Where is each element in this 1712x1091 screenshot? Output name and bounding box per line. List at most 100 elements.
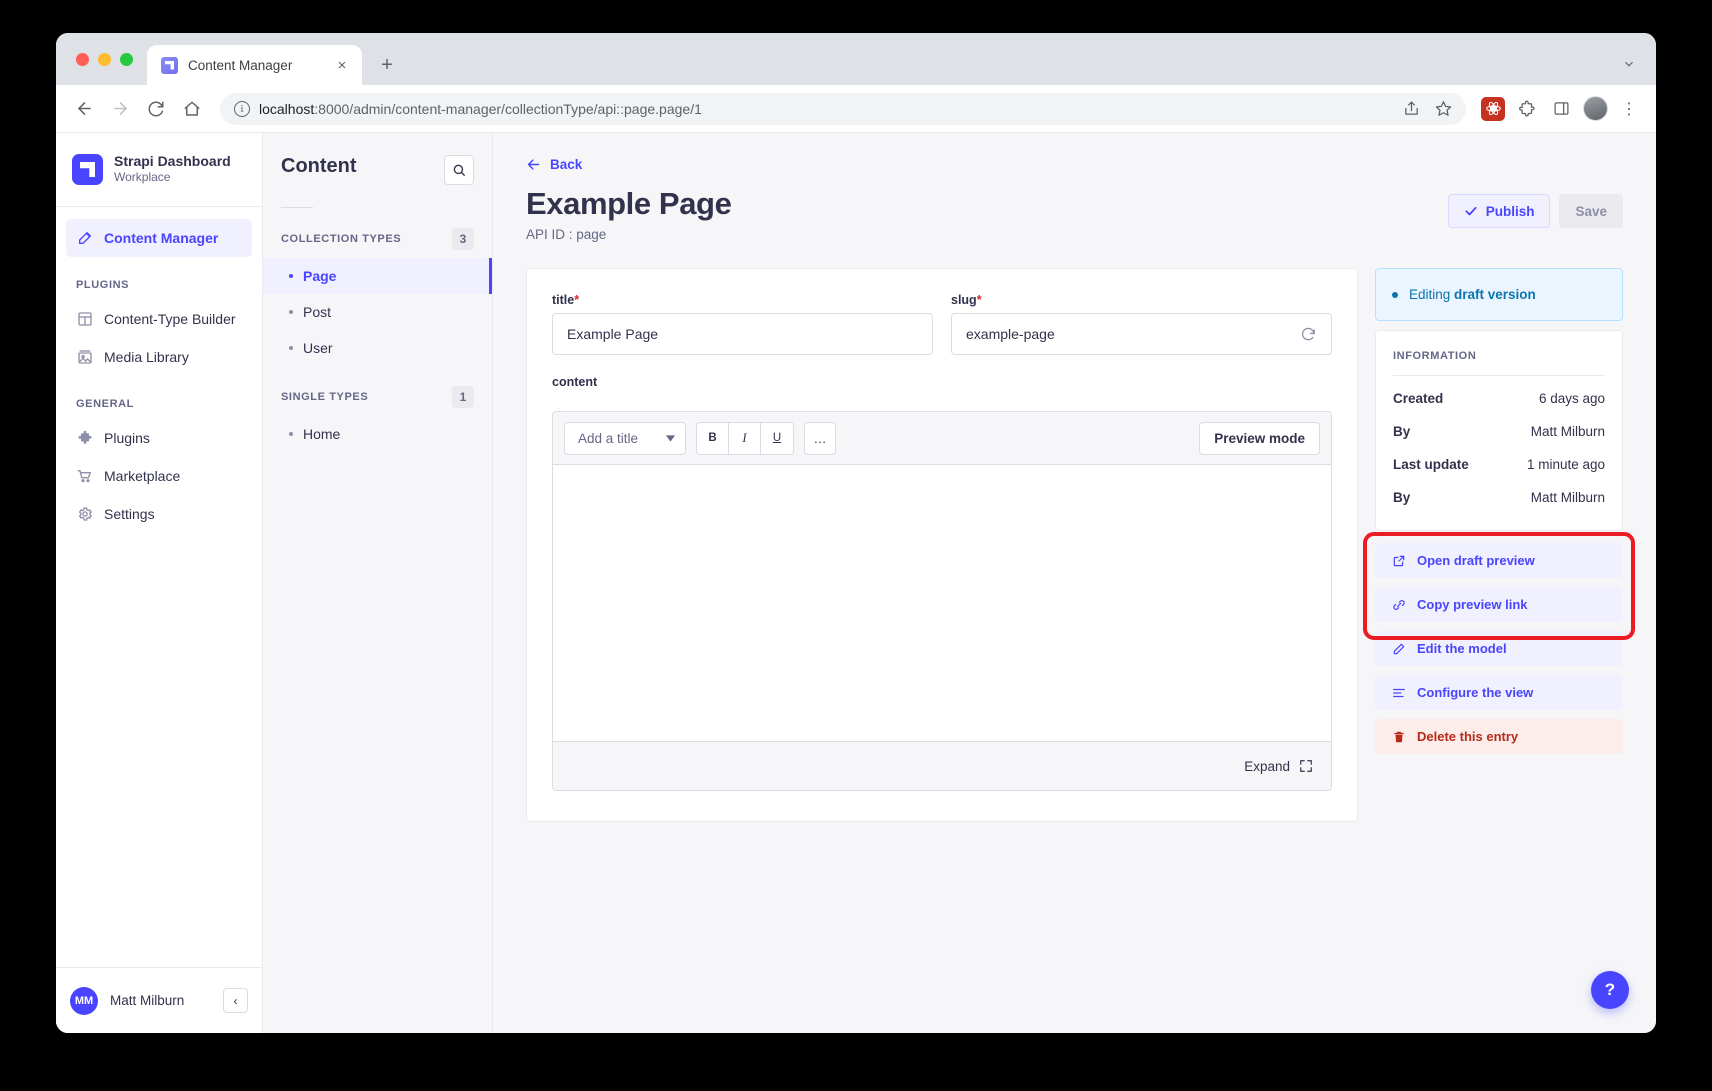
sidebar-item-label: Content-Type Builder: [104, 311, 236, 327]
home-icon[interactable]: [176, 93, 208, 125]
expand-icon[interactable]: [1299, 759, 1313, 773]
close-window-button[interactable]: [76, 52, 89, 66]
minimize-window-button[interactable]: [98, 52, 111, 66]
italic-button[interactable]: I: [729, 422, 761, 454]
page-header-actions: Publish Save: [1447, 186, 1623, 228]
save-button-label: Save: [1575, 203, 1607, 219]
sidebar-section-plugins: PLUGINS: [76, 279, 130, 291]
title-input-value: Example Page: [567, 326, 659, 342]
copy-preview-link-button[interactable]: Copy preview link: [1375, 587, 1623, 622]
delete-this-entry-button[interactable]: Delete this entry: [1375, 719, 1623, 754]
expand-label[interactable]: Expand: [1244, 759, 1290, 774]
browser-menu-icon[interactable]: ⋮: [1614, 94, 1644, 124]
field-content: content Add a title B I U … Preview mode…: [552, 375, 1332, 791]
required-marker: *: [574, 293, 580, 307]
chevron-down-icon: [666, 434, 675, 442]
editor-canvas[interactable]: [553, 465, 1331, 741]
sidebar-item-marketplace[interactable]: Marketplace: [66, 457, 252, 495]
brand-header[interactable]: Strapi Dashboard Workplace: [56, 133, 262, 207]
editor-toolbar: Add a title B I U … Preview mode: [553, 412, 1331, 465]
browser-tabstrip: Content Manager × +: [56, 33, 1656, 85]
site-info-icon[interactable]: i: [234, 100, 250, 117]
sidebar-item-content-manager[interactable]: Content Manager: [66, 219, 252, 257]
underline-button[interactable]: U: [761, 423, 793, 454]
content-type-label: Post: [303, 304, 332, 320]
close-icon[interactable]: ×: [332, 55, 352, 75]
rail-button-label: Open draft preview: [1417, 553, 1535, 568]
forward-icon[interactable]: [104, 93, 136, 125]
sidebar-user-footer[interactable]: MM Matt Milburn ‹: [56, 967, 262, 1033]
sidebar-item-plugins[interactable]: Plugins: [66, 419, 252, 457]
text-format-group: B I U: [696, 421, 794, 455]
info-key: Last update: [1393, 457, 1469, 472]
info-value: 1 minute ago: [1526, 457, 1605, 472]
back-link[interactable]: Back: [526, 157, 1623, 172]
new-tab-button[interactable]: +: [372, 50, 402, 80]
refresh-icon[interactable]: [1300, 326, 1317, 343]
rail-button-label: Edit the model: [1417, 641, 1507, 656]
content-type-item-page[interactable]: Page: [263, 258, 492, 294]
info-key: Created: [1393, 391, 1444, 406]
brand-name: Strapi Dashboard: [114, 152, 231, 169]
page-title: Example Page: [526, 186, 732, 221]
puzzle-icon[interactable]: [1512, 94, 1542, 124]
red-extension-icon: [1481, 96, 1505, 121]
block-type-value: Add a title: [578, 430, 639, 446]
info-row: By Matt Milburn: [1393, 415, 1605, 448]
search-icon[interactable]: [444, 155, 474, 185]
extension-badge-icon[interactable]: [1478, 94, 1508, 124]
back-icon[interactable]: [68, 93, 100, 125]
info-row: Last update 1 minute ago: [1393, 448, 1605, 481]
slug-input[interactable]: example-page: [951, 313, 1332, 355]
sidebar-nav: Content Manager PLUGINS Content-Type Bui…: [56, 207, 262, 967]
sidebar-item-settings[interactable]: Settings: [66, 495, 252, 533]
browser-window: Content Manager × + i localhost:8000/adm…: [56, 33, 1656, 1033]
share-icon[interactable]: [1396, 94, 1426, 124]
collection-types-section: COLLECTION TYPES 3: [263, 208, 492, 258]
block-type-select[interactable]: Add a title: [564, 421, 686, 455]
content-type-item-home[interactable]: Home: [263, 416, 492, 452]
bullet-icon: [289, 274, 293, 278]
open-draft-preview-button[interactable]: Open draft preview: [1375, 543, 1623, 578]
collection-types-label: COLLECTION TYPES: [281, 233, 402, 245]
title-input[interactable]: Example Page: [552, 313, 933, 355]
sidebar-item-content-type-builder[interactable]: Content-Type Builder: [66, 300, 252, 338]
sidebar-item-label: Media Library: [104, 349, 189, 365]
info-key: By: [1393, 424, 1411, 439]
sidebar-item-label: Settings: [104, 506, 155, 522]
configure-the-view-button[interactable]: Configure the view: [1375, 675, 1623, 710]
browser-tab[interactable]: Content Manager ×: [147, 45, 362, 85]
page-api-id: API ID : page: [526, 227, 607, 242]
help-button[interactable]: ?: [1591, 971, 1629, 1009]
bold-button[interactable]: B: [697, 422, 729, 454]
browser-tab-title: Content Manager: [188, 57, 293, 73]
sidepanel-icon[interactable]: [1546, 94, 1576, 124]
star-icon[interactable]: [1428, 94, 1458, 124]
reload-icon[interactable]: [140, 93, 172, 125]
save-button[interactable]: Save: [1559, 194, 1623, 228]
chevron-down-icon[interactable]: [1616, 51, 1642, 77]
address-bar[interactable]: i localhost:8000/admin/content-manager/c…: [220, 92, 1466, 125]
maximize-window-button[interactable]: [120, 52, 133, 66]
omnibox-actions: [1396, 94, 1458, 124]
profile-avatar-icon[interactable]: [1580, 94, 1610, 124]
tabstrip-right-group: [1616, 51, 1642, 77]
field-content-label: content: [552, 375, 598, 389]
puzzle-icon: [76, 430, 93, 447]
bullet-icon: [289, 346, 293, 350]
main-content: Back Example Page API ID : page Publish: [493, 133, 1656, 1033]
back-link-label: Back: [550, 157, 583, 172]
publish-button[interactable]: Publish: [1447, 194, 1551, 228]
status-badge: Editing draft version: [1375, 268, 1623, 321]
divider: [1393, 375, 1605, 376]
preview-mode-button[interactable]: Preview mode: [1199, 421, 1320, 455]
content-type-item-post[interactable]: Post: [263, 294, 492, 330]
collapse-sidebar-button[interactable]: ‹: [223, 988, 248, 1013]
publish-button-label: Publish: [1485, 203, 1535, 219]
info-value: 6 days ago: [1538, 391, 1605, 406]
sidebar-item-media-library[interactable]: Media Library: [66, 338, 252, 376]
content-type-item-user[interactable]: User: [263, 330, 492, 366]
more-options-button[interactable]: …: [804, 421, 836, 455]
strapi-logo-icon: [161, 56, 178, 74]
edit-the-model-button[interactable]: Edit the model: [1375, 631, 1623, 666]
